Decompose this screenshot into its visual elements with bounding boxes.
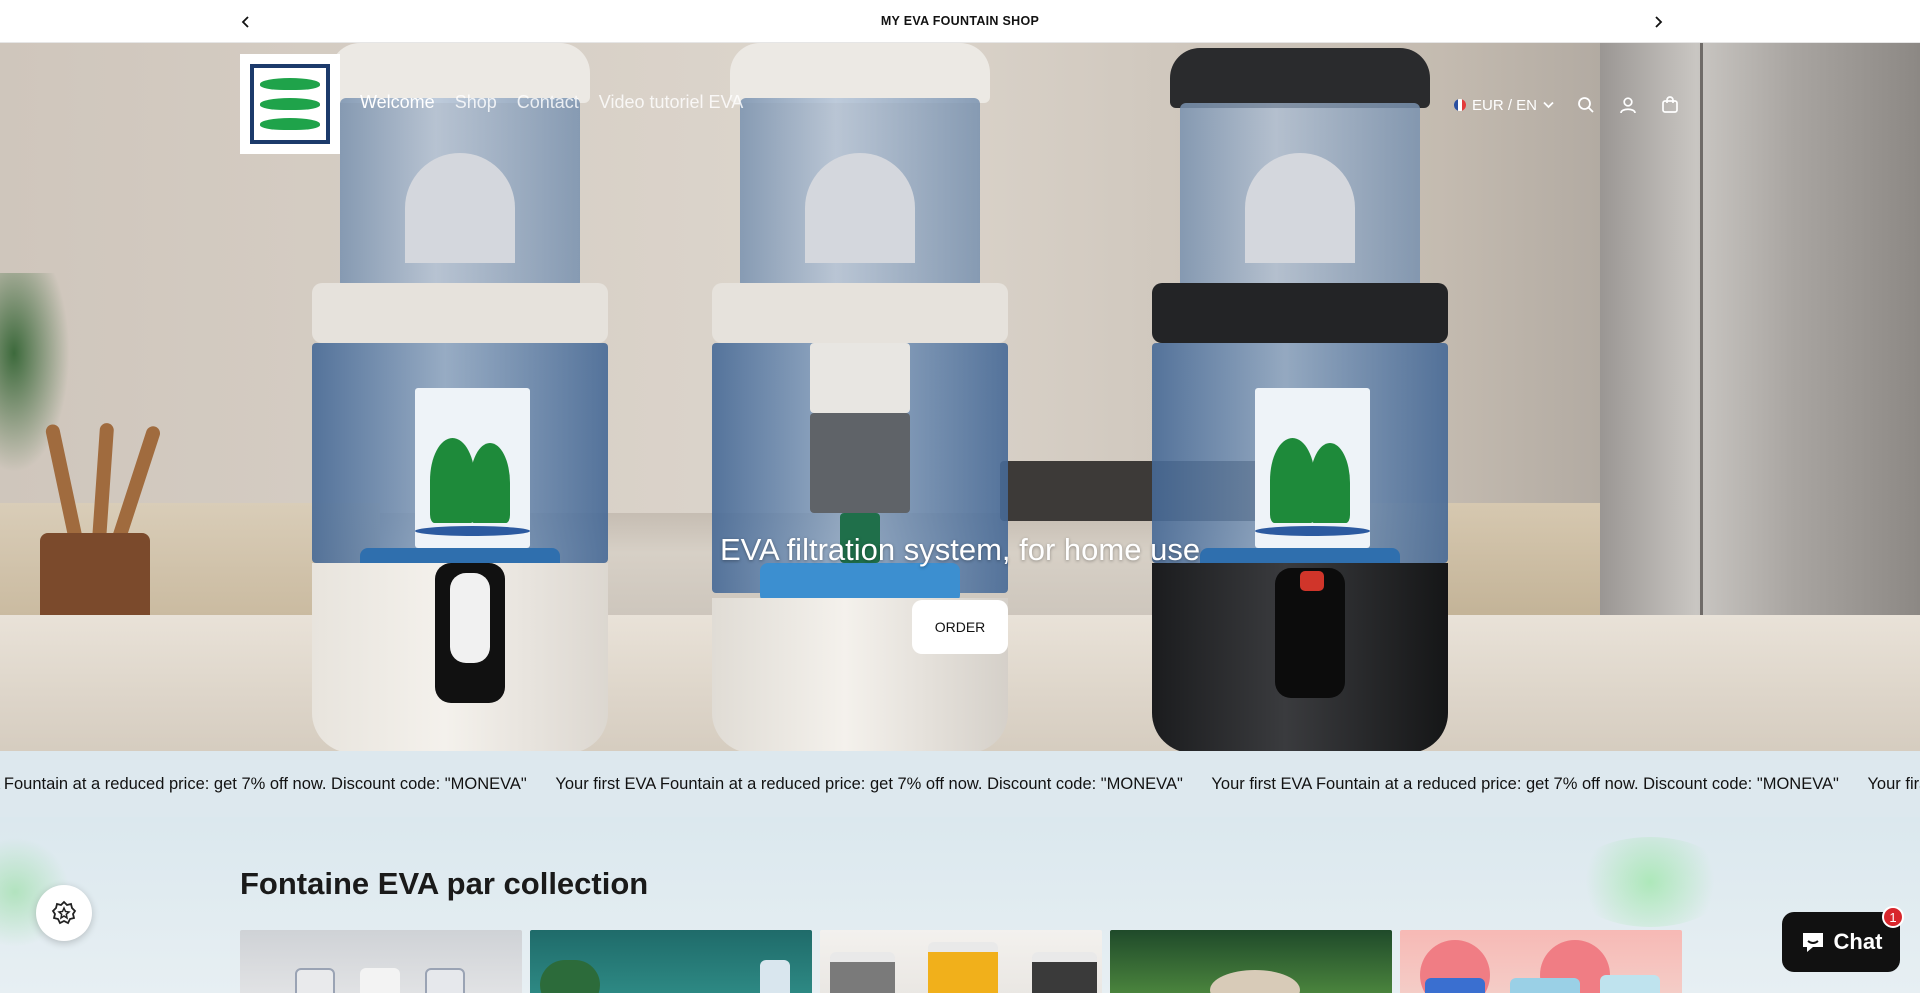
fountain-filter-dome xyxy=(805,153,915,263)
card-product-image xyxy=(425,968,465,993)
hero-title: EVA filtration system, for home use xyxy=(719,532,1201,567)
currency-label: EUR / EN xyxy=(1472,96,1538,114)
fountain-label xyxy=(1255,388,1370,548)
label-leaf xyxy=(430,438,475,523)
cart-icon xyxy=(1662,96,1678,113)
fountain-tap-button xyxy=(1300,571,1324,591)
marquee-item: Your first EVA Fountain at a reduced pri… xyxy=(555,775,1183,793)
chevron-right-icon xyxy=(1655,16,1663,28)
collection-card-4[interactable] xyxy=(1110,930,1392,993)
collection-title: Fontaine EVA par collection xyxy=(240,866,649,901)
label-leaf xyxy=(1310,443,1350,523)
fountain-lid xyxy=(1170,48,1430,108)
fountain-tap-handle xyxy=(450,573,490,663)
card-product-image xyxy=(830,952,895,993)
main-nav: Welcome Shop Contact Video tutoriel EVA xyxy=(360,92,743,113)
logo-wave xyxy=(260,78,320,90)
announcement-text: MY EVA FOUNTAIN SHOP xyxy=(880,14,1040,28)
fountain-collar xyxy=(312,283,608,343)
collection-section: Fontaine EVA par collection xyxy=(0,817,1920,993)
hero-fridge xyxy=(1600,43,1920,683)
card-product-image xyxy=(1600,975,1660,993)
label-leaf xyxy=(1270,438,1315,523)
order-button[interactable]: ORDER xyxy=(912,600,1008,654)
fountain-collar xyxy=(1152,283,1448,343)
fountain-filter-top xyxy=(810,343,910,413)
france-flag-icon xyxy=(1454,99,1466,111)
fountain-float xyxy=(760,563,960,603)
card-product-image xyxy=(1510,978,1580,993)
discount-marquee: st EVA Fountain at a reduced price: get … xyxy=(0,751,1920,817)
card-product-image xyxy=(1210,970,1300,993)
card-product-image xyxy=(928,942,998,993)
account-button[interactable] xyxy=(1616,93,1640,117)
fountain-filter-dome xyxy=(1245,153,1355,263)
hero-fridge-line xyxy=(1700,43,1703,683)
logo-wave xyxy=(260,98,320,110)
card-product-image xyxy=(295,968,335,993)
rewards-badge-icon xyxy=(51,900,77,925)
chevron-down-icon xyxy=(1543,101,1554,109)
cart-button[interactable] xyxy=(1658,93,1682,117)
logo-wave xyxy=(260,118,320,130)
hero-utensil-jar xyxy=(0,422,162,643)
fountain-lid xyxy=(730,43,990,103)
nav-welcome[interactable]: Welcome xyxy=(360,92,435,113)
announcement-prev-button[interactable] xyxy=(234,10,258,34)
collection-card-2[interactable] xyxy=(530,930,812,993)
nav-video-tutoriel[interactable]: Video tutoriel EVA xyxy=(599,92,743,113)
announcement-next-button[interactable] xyxy=(1646,10,1670,34)
search-button[interactable] xyxy=(1574,93,1598,117)
chat-bubble-icon xyxy=(1802,933,1823,952)
marquee-item: Your first EVA Fountain at a reduced pri… xyxy=(1211,775,1839,793)
hero-caption: EVA filtration system, for home use xyxy=(0,532,1920,568)
currency-language-selector[interactable]: EUR / EN xyxy=(1454,97,1554,114)
nav-shop[interactable]: Shop xyxy=(455,92,497,113)
nav-contact[interactable]: Contact xyxy=(517,92,579,113)
chevron-left-icon xyxy=(241,16,249,28)
eva-waves-logo xyxy=(250,64,330,144)
collection-card-3[interactable] xyxy=(820,930,1102,993)
decor-blob xyxy=(1570,837,1730,927)
chat-label: Chat xyxy=(1833,929,1883,954)
collection-card-5[interactable] xyxy=(1400,930,1682,993)
marquee-item: st EVA Fountain at a reduced price: get … xyxy=(0,775,527,793)
announcement-bar: MY EVA FOUNTAIN SHOP xyxy=(0,0,1920,43)
site-logo[interactable] xyxy=(240,54,340,154)
header-utilities: EUR / EN xyxy=(1454,93,1682,117)
account-icon xyxy=(1620,97,1636,114)
fountain-label xyxy=(415,388,530,548)
rewards-button[interactable] xyxy=(36,885,92,941)
card-product-image xyxy=(760,960,790,993)
chat-notification-badge: 1 xyxy=(1882,906,1904,928)
card-product-image xyxy=(1032,952,1097,993)
card-product-image xyxy=(360,968,400,993)
card-plant-image xyxy=(540,960,600,993)
fountain-filter-cartridge xyxy=(810,413,910,513)
fountain-collar xyxy=(712,283,1008,343)
fountain-filter-dome xyxy=(405,153,515,263)
marquee-item: Your first EVA xyxy=(1867,775,1920,793)
marquee-track: st EVA Fountain at a reduced price: get … xyxy=(0,775,1920,794)
label-leaf xyxy=(470,443,510,523)
collection-card-1[interactable] xyxy=(240,930,522,993)
collection-cards xyxy=(240,930,1682,993)
card-product-image xyxy=(1425,978,1485,993)
search-icon xyxy=(1578,97,1594,113)
